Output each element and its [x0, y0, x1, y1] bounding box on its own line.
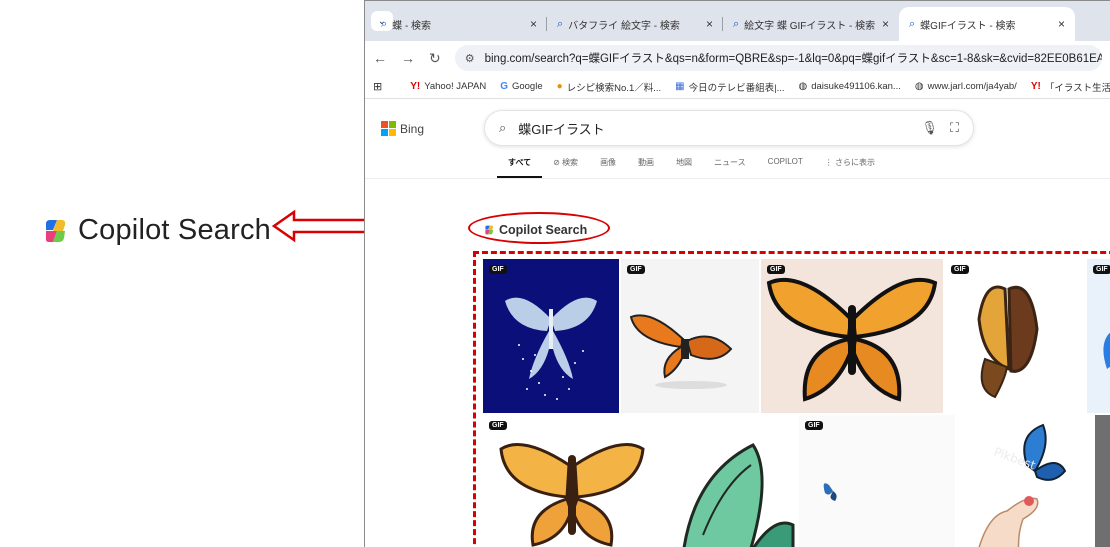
gif-badge: GIF: [805, 421, 823, 430]
search-icon: ⌕: [499, 120, 507, 135]
browser-toolbar: ← → ↻ ⚙ bing.com/search?q=蝶GIFイラスト&qs=n&…: [365, 41, 1110, 75]
gif-badge: GIF: [489, 265, 507, 274]
result-image-1[interactable]: GIF: [483, 259, 619, 413]
yellow-butterfly-image: [499, 443, 645, 547]
bing-search-icon: ⌕: [733, 17, 740, 30]
result-image-9[interactable]: Pikbest: [957, 415, 1093, 547]
tab-more[interactable]: ⋮ さらに表示: [814, 157, 886, 178]
tab-1[interactable]: ⌕ 蝶 - 検索 ×: [371, 7, 547, 41]
reload-icon[interactable]: ↻: [429, 50, 441, 67]
green-butterfly-image: [682, 443, 795, 547]
bookmark-yahoo[interactable]: Y! Yahoo! JAPAN: [410, 81, 486, 92]
tab-title: バタフライ 絵文字 - 検索: [568, 20, 680, 32]
result-image-6[interactable]: GIF: [483, 415, 661, 547]
tab-4-active[interactable]: ⌕ 蝶GIFイラスト - 検索 ×: [899, 7, 1075, 41]
microphone-icon[interactable]: 🎙: [921, 120, 938, 136]
forward-arrow-icon[interactable]: →: [401, 50, 415, 66]
result-image-7[interactable]: [663, 415, 797, 547]
close-icon[interactable]: ×: [882, 17, 889, 31]
bing-search-icon: ⌕: [909, 17, 916, 30]
result-image-4[interactable]: GIF: [945, 259, 1085, 413]
tab-maps[interactable]: 地図: [665, 157, 703, 178]
visual-search-icon[interactable]: ⛶: [950, 120, 959, 136]
gif-badge: GIF: [767, 265, 785, 274]
bookmark-tv[interactable]: ▦ 今日のテレビ番組表|...: [675, 80, 784, 94]
blue-butterfly-image: [1103, 332, 1110, 369]
tab-videos[interactable]: 動画: [627, 157, 665, 178]
tab-images[interactable]: 画像: [589, 157, 627, 178]
tab-title: 絵文字 蝶 GIFイラスト - 検索 画像: [744, 20, 877, 32]
tab-strip: ⌄ ⌕ 蝶 - 検索 × ⌕ バタフライ 絵文字 - 検索 × ⌕ 絵文字 蝶 …: [365, 1, 1110, 41]
bookmark-illust[interactable]: Y!「イラスト生活」の検索...: [1031, 80, 1110, 94]
microsoft-logo-icon: [381, 121, 396, 136]
tab-news[interactable]: ニュース: [703, 157, 757, 178]
tab-2[interactable]: ⌕ バタフライ 絵文字 - 検索 ×: [547, 7, 723, 41]
small-blue-butterfly-image: [823, 483, 837, 501]
copilot-search-badge-label: Copilot Search: [499, 223, 588, 237]
result-image-5[interactable]: GIF: [1087, 259, 1110, 413]
tab-search[interactable]: ⊘ 検索: [542, 157, 589, 178]
bing-logo-text: Bing: [400, 121, 425, 136]
result-image-2[interactable]: GIF: [621, 259, 759, 413]
gif-badge: GIF: [951, 265, 969, 274]
address-url: bing.com/search?q=蝶GIFイラスト&qs=n&form=QBR…: [484, 53, 1102, 65]
bing-logo[interactable]: Bing: [381, 121, 424, 136]
bookmark-google[interactable]: G Google: [500, 81, 542, 92]
monarch-butterfly-image: [629, 314, 733, 389]
site-info-icon[interactable]: ⚙: [465, 52, 475, 65]
globe-icon: ◍: [798, 81, 808, 92]
bookmark-jarl[interactable]: ◍ www.jarl.com/ja4yab/: [915, 81, 1017, 92]
result-image-10[interactable]: [1095, 415, 1110, 547]
yahoo-icon: Y!: [1030, 81, 1041, 92]
result-image-3[interactable]: GIF: [761, 259, 943, 413]
tab-title: 蝶 - 検索: [392, 20, 432, 32]
apps-grid-icon[interactable]: ⊞: [373, 80, 382, 93]
bookmark-recipe[interactable]: ● レシピ検索No.1／料...: [557, 80, 662, 94]
bing-search-icon: ⌕: [381, 17, 388, 30]
recipe-icon: ●: [556, 81, 563, 92]
bookmark-daisuke[interactable]: ◍ daisuke491106.kan...: [799, 81, 901, 92]
copilot-search-callout: Copilot Search: [40, 214, 271, 247]
close-icon[interactable]: ×: [1058, 17, 1065, 31]
copilot-search-label: Copilot Search: [78, 214, 272, 246]
gif-badge: GIF: [489, 421, 507, 430]
search-box[interactable]: ⌕ 蝶GIFイラスト 🎙 ⛶: [484, 110, 974, 146]
luna-moth-image: [505, 297, 597, 400]
globe-icon: ◍: [914, 81, 924, 92]
bookmarks-bar: ⊞ Y! Yahoo! JAPAN G Google ● レシピ検索No.1／料...…: [365, 75, 1110, 99]
gif-badge: GIF: [1093, 265, 1110, 274]
tab-3[interactable]: ⌕ 絵文字 蝶 GIFイラスト - 検索 画像 ×: [723, 7, 899, 41]
bing-header: Bing ⌕ 蝶GIFイラスト 🎙 ⛶ すべて ⊘ 検索 画像 動画 地図 ニュ…: [365, 99, 1110, 179]
yahoo-icon: Y!: [410, 81, 421, 92]
search-query[interactable]: 蝶GIFイラスト: [518, 119, 909, 138]
copilot-logo-icon: [485, 225, 494, 235]
search-nav: すべて ⊘ 検索 画像 動画 地図 ニュース COPILOT ⋮ さらに表示: [497, 157, 886, 178]
tab-title: 蝶GIFイラスト - 検索: [920, 20, 1016, 32]
result-image-8[interactable]: GIF: [799, 415, 955, 547]
gif-badge: GIF: [627, 265, 645, 274]
copilot-logo-icon: [45, 219, 66, 242]
tab-all[interactable]: すべて: [497, 157, 543, 178]
bing-search-icon: ⌕: [557, 17, 564, 30]
google-icon: G: [500, 81, 508, 92]
copilot-search-badge[interactable]: Copilot Search: [469, 214, 609, 246]
tv-guide-icon: ▦: [675, 81, 685, 92]
close-icon[interactable]: ×: [706, 17, 713, 31]
swallowtail-butterfly-image: [977, 285, 1039, 399]
back-arrow-icon[interactable]: ←: [373, 50, 387, 66]
address-bar[interactable]: ⚙ bing.com/search?q=蝶GIFイラスト&qs=n&form=Q…: [454, 45, 1102, 71]
tab-copilot[interactable]: COPILOT: [757, 157, 814, 178]
close-icon[interactable]: ×: [530, 17, 537, 31]
hand-with-butterfly-image: Pikbest: [978, 423, 1067, 547]
orange-butterfly-image: [766, 278, 938, 402]
browser-window: ⌄ ⌕ 蝶 - 検索 × ⌕ バタフライ 絵文字 - 検索 × ⌕ 絵文字 蝶 …: [364, 0, 1110, 547]
